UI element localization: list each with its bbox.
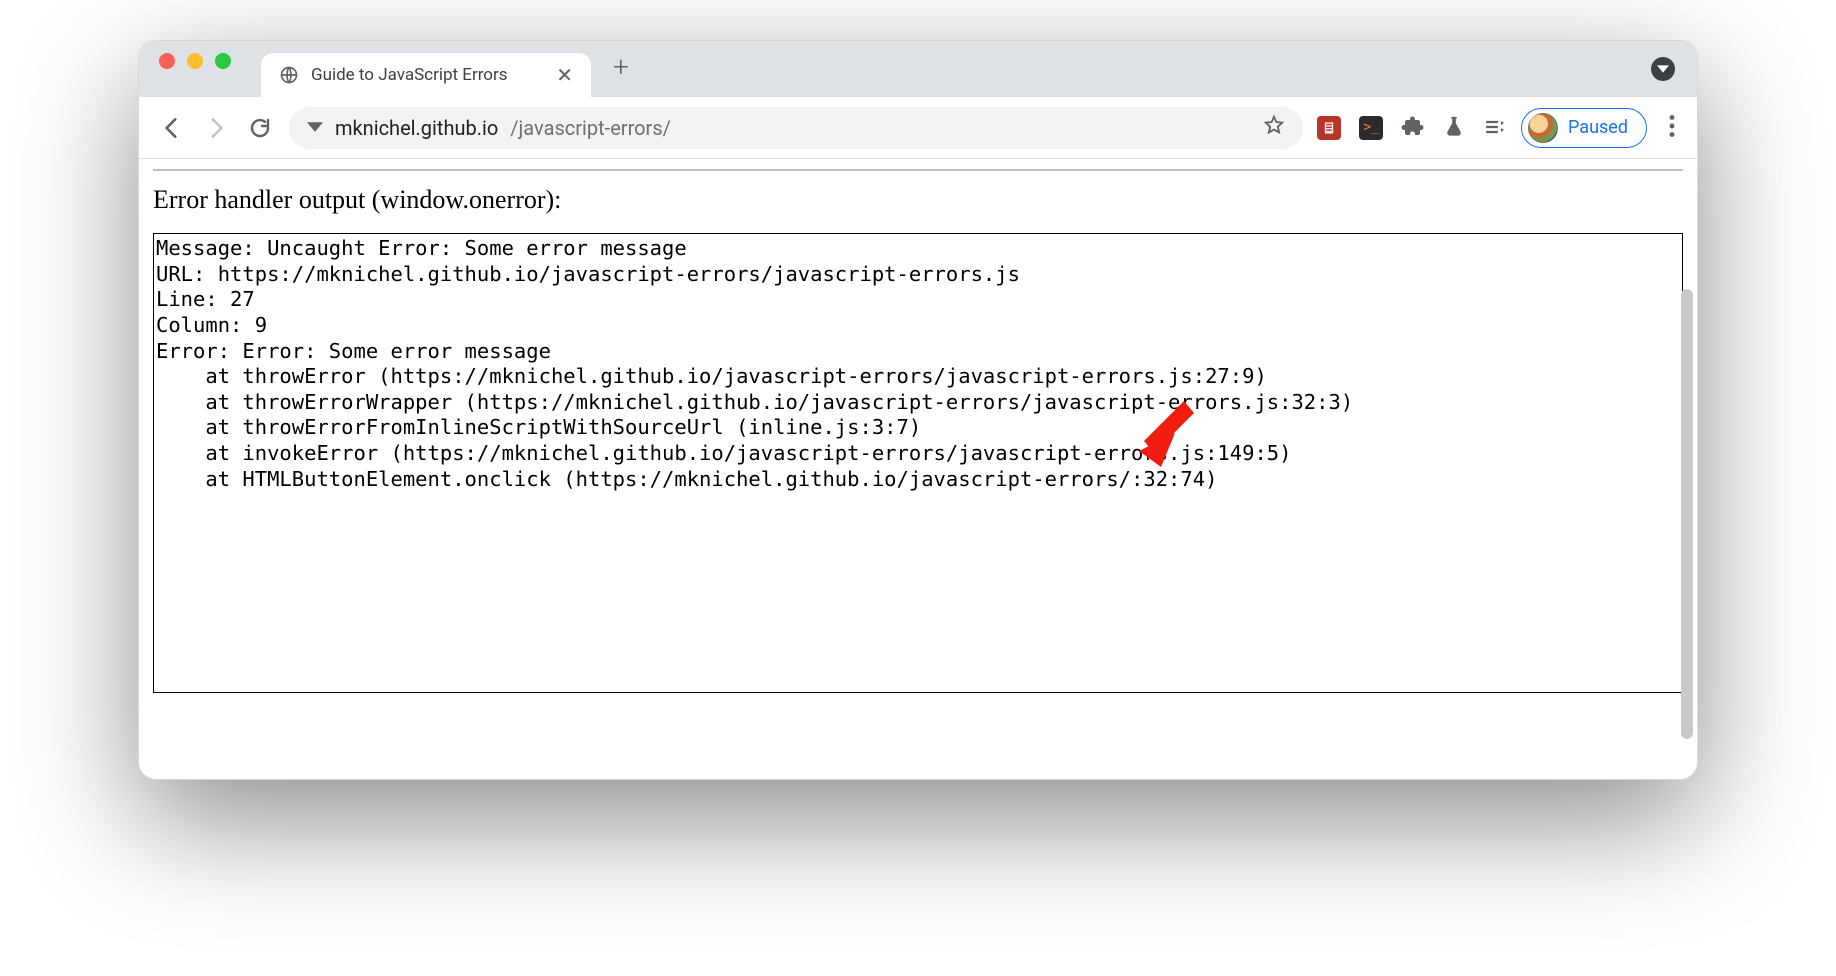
- page-heading: Error handler output (window.onerror):: [153, 185, 1683, 215]
- page-viewport: Error handler output (window.onerror): M…: [139, 159, 1697, 779]
- new-tab-button[interactable]: +: [591, 50, 647, 89]
- globe-icon: [279, 65, 299, 85]
- error-output-box[interactable]: Message: Uncaught Error: Some error mess…: [153, 233, 1683, 693]
- extension-icons: >_: [1317, 114, 1507, 142]
- url-host: mknichel.github.io: [335, 116, 498, 140]
- scrollbar[interactable]: [1681, 289, 1693, 739]
- media-controls-icon[interactable]: [1483, 114, 1507, 142]
- reload-button[interactable]: [245, 113, 275, 143]
- bookmark-button[interactable]: [1263, 114, 1285, 141]
- forward-button[interactable]: [201, 113, 231, 143]
- window-controls: [159, 41, 261, 97]
- profile-status: Paused: [1568, 117, 1628, 138]
- close-tab-button[interactable]: ✕: [556, 65, 573, 85]
- address-bar[interactable]: mknichel.github.io/javascript-errors/: [289, 107, 1303, 149]
- profile-chip[interactable]: Paused: [1521, 108, 1647, 148]
- experiments-icon[interactable]: [1443, 115, 1465, 141]
- tab-title: Guide to JavaScript Errors: [311, 65, 508, 85]
- tab-search-button[interactable]: [1651, 57, 1675, 81]
- close-window-button[interactable]: [159, 53, 175, 69]
- url-path: /javascript-errors/: [510, 116, 671, 140]
- browser-window: Guide to JavaScript Errors ✕ + mknichel.…: [138, 40, 1698, 780]
- tab-strip: Guide to JavaScript Errors ✕ +: [139, 41, 1697, 97]
- maximize-window-button[interactable]: [215, 53, 231, 69]
- extension-icon-terminal[interactable]: >_: [1359, 116, 1383, 140]
- extension-icon-1[interactable]: [1317, 116, 1341, 140]
- divider: [153, 169, 1683, 171]
- chrome-menu-button[interactable]: [1661, 115, 1679, 141]
- toolbar: mknichel.github.io/javascript-errors/ >_…: [139, 97, 1697, 159]
- minimize-window-button[interactable]: [187, 53, 203, 69]
- back-button[interactable]: [157, 113, 187, 143]
- avatar: [1528, 113, 1558, 143]
- tab-active[interactable]: Guide to JavaScript Errors ✕: [261, 53, 591, 97]
- site-info-button[interactable]: [307, 116, 323, 140]
- page-content: Error handler output (window.onerror): M…: [139, 159, 1697, 779]
- extensions-menu-button[interactable]: [1401, 114, 1425, 142]
